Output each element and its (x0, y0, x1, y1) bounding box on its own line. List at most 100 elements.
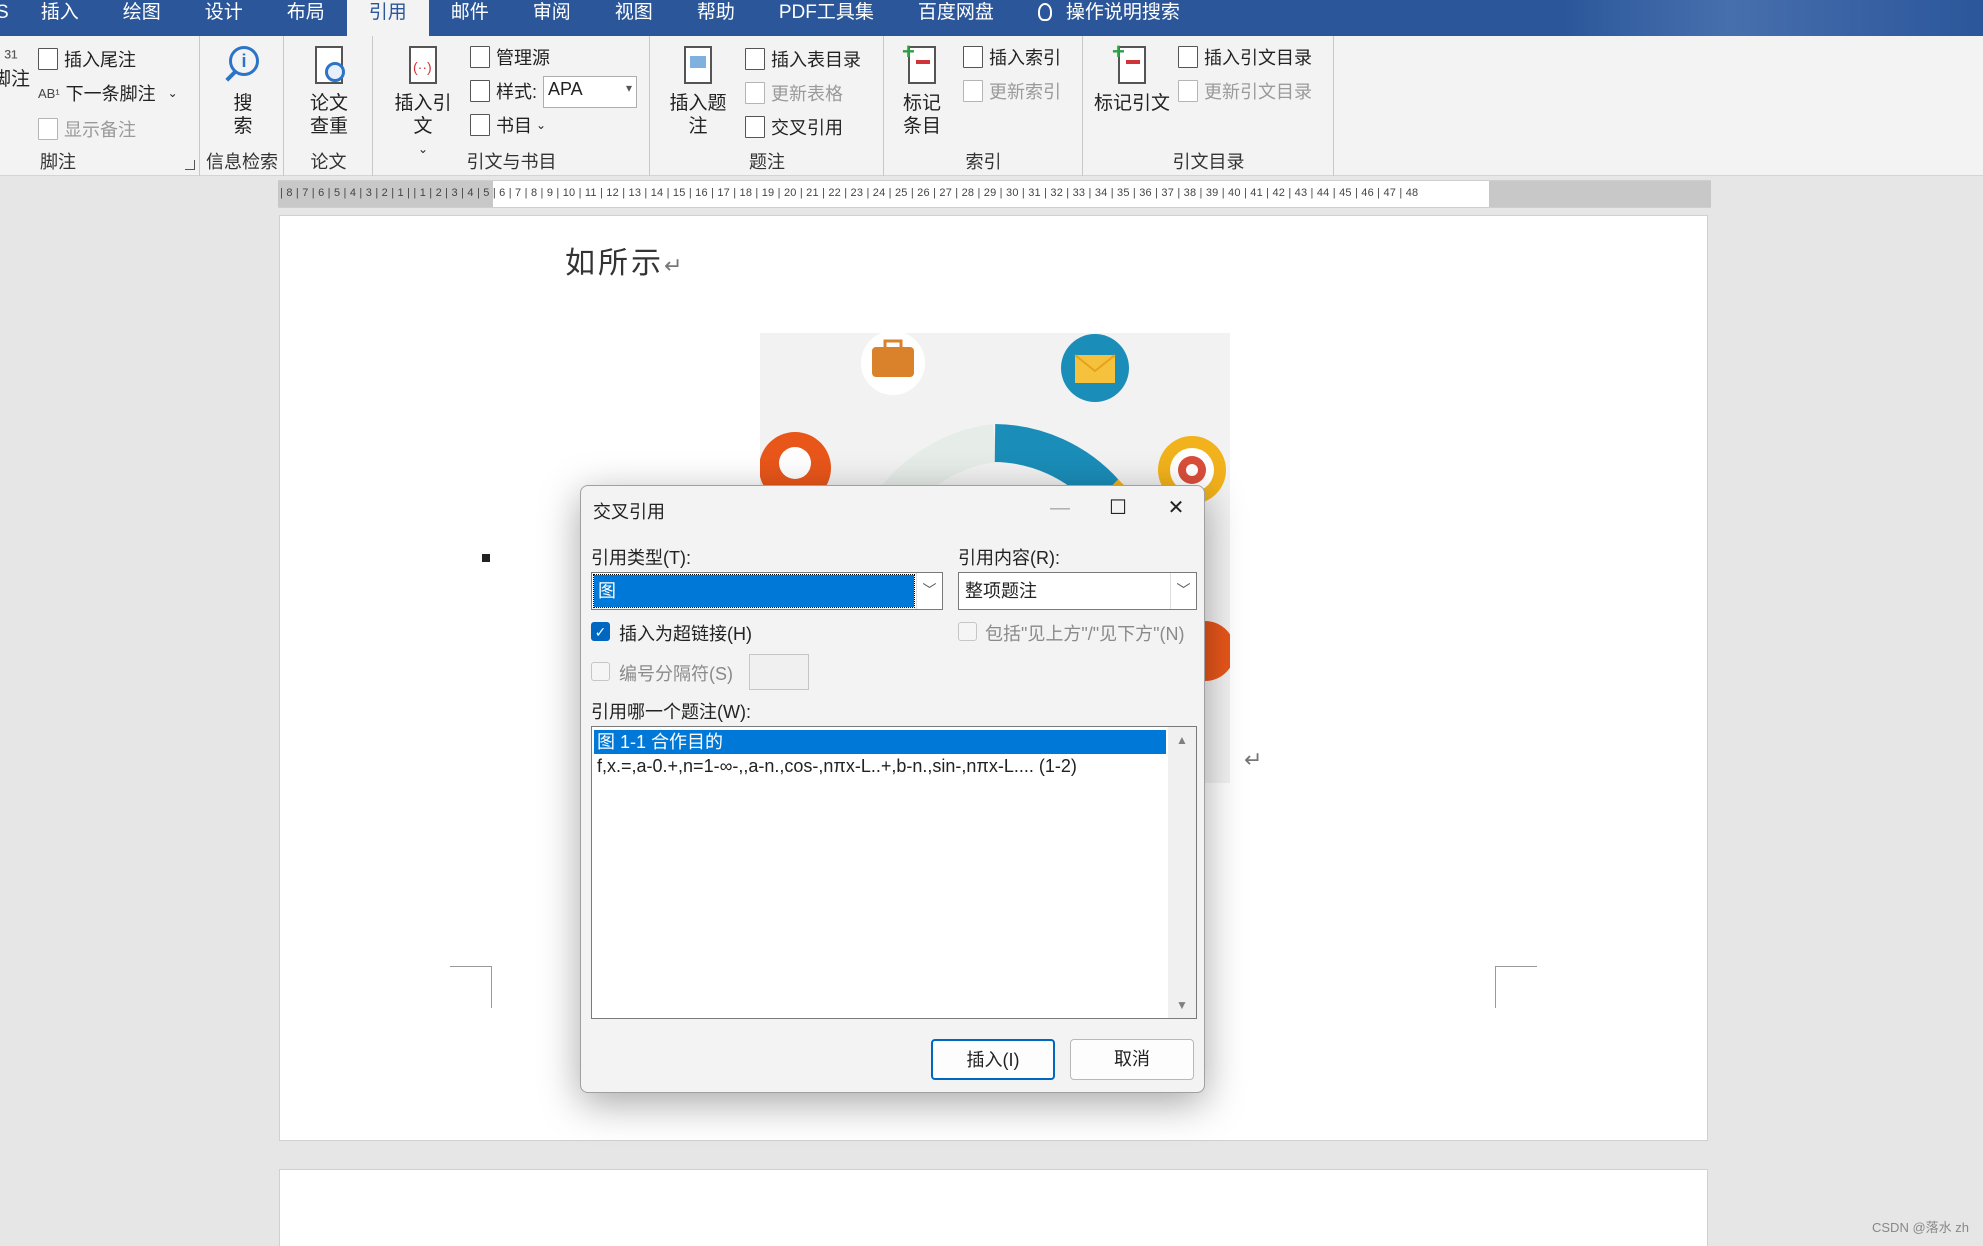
include-above-below-checkbox[interactable] (958, 622, 977, 641)
scroll-up-icon[interactable]: ▲ (1176, 733, 1188, 747)
group-table-of-authorities: + 标记引文 插入引文目录 更新引文目录 引文目录 (1084, 36, 1334, 176)
insert-citation-button[interactable]: (··) 插入引文 ⌄ (386, 44, 460, 161)
cross-reference-button[interactable]: 交叉引用 (745, 114, 843, 140)
paper-check-label-2: 查重 (309, 116, 348, 137)
mark-citation-label: 标记引文 (1094, 93, 1171, 114)
document-paragraph[interactable]: 如所示↵ (565, 238, 685, 282)
ribbon-tabs: S 插入 绘图 设计 布局 引用 邮件 审阅 视图 帮助 PDF工具集 百度网盘… (0, 0, 1202, 36)
number-separator-input[interactable] (749, 654, 809, 690)
maximize-icon[interactable]: ☐ (1089, 486, 1147, 530)
insert-button[interactable]: 插入(I) (931, 1039, 1055, 1080)
group-citations: (··) 插入引文 ⌄ 管理源 样式: APA ▾ 书目 ⌄ 引文与书目 (374, 36, 650, 176)
tab-pdf-tools[interactable]: PDF工具集 (757, 0, 896, 36)
bibliography-label: 书目 (496, 116, 532, 136)
group-footnotes: ³¹ 脚注 插入尾注 AB¹ 下一条脚注 ⌄ 显示备注 脚注 (0, 36, 200, 176)
bibliography-button[interactable]: 书目 ⌄ (470, 112, 546, 138)
tab-help[interactable]: 帮助 (675, 0, 757, 36)
number-separator-checkbox[interactable] (591, 662, 610, 681)
search-info-icon: i (223, 44, 263, 88)
tab-references[interactable]: 引用 (346, 0, 429, 36)
caption-list-item[interactable]: f,x.=,a-0.+,n=1-∞-,,a-n.,cos-,nπx-L..+,b… (594, 754, 1077, 778)
reference-type-label: 引用类型(T): (591, 548, 691, 568)
tab-layout[interactable]: 布局 (265, 0, 347, 36)
tab-tell-me[interactable]: 操作说明搜索 (1016, 0, 1202, 36)
horizontal-ruler[interactable]: | 8 | 7 | 6 | 5 | 4 | 3 | 2 | 1 | | 1 | … (278, 180, 1711, 208)
update-table-icon (745, 82, 765, 104)
include-above-below-label: 包括"见上方"/"见下方"(N) (985, 624, 1185, 644)
update-index-button[interactable]: 更新索引 (963, 78, 1061, 104)
insert-endnote-button[interactable]: 插入尾注 (38, 46, 136, 72)
insert-hyperlink-checkbox[interactable]: ✓ (591, 622, 610, 641)
chevron-down-icon: ⌄ (536, 118, 547, 132)
listbox-scrollbar[interactable]: ▲ ▼ (1168, 727, 1196, 1018)
ruler-ticks: | 8 | 7 | 6 | 5 | 4 | 3 | 2 | 1 | | 1 | … (280, 187, 1419, 199)
manage-sources-icon (470, 46, 490, 68)
insert-caption-label: 插入题注 (669, 93, 727, 137)
citation-style-select[interactable]: APA ▾ (543, 76, 637, 108)
index-group-label: 索引 (965, 152, 1002, 172)
tab-mailings[interactable]: 邮件 (429, 0, 511, 36)
chevron-down-icon: ▾ (625, 81, 632, 95)
next-footnote-button[interactable]: AB¹ 下一条脚注 ⌄ (38, 80, 178, 106)
cross-reference-dialog: 交叉引用 — ☐ ✕ 引用类型(T): 图 ﹀ 引用内容(R): 整项题注 ﹀ … (580, 485, 1205, 1093)
table-of-figures-icon (745, 48, 765, 70)
next-footnote-icon: AB¹ (38, 85, 60, 101)
chevron-down-icon: ﹀ (1170, 573, 1196, 609)
tab-partial[interactable]: S (0, 0, 19, 36)
manage-sources-button[interactable]: 管理源 (470, 44, 550, 70)
document-page-2[interactable] (279, 1169, 1708, 1246)
tab-design[interactable]: 设计 (183, 0, 265, 36)
tab-baidu-netdisk[interactable]: 百度网盘 (896, 0, 1016, 36)
document-text: 如所示 (565, 246, 664, 281)
tab-insert[interactable]: 插入 (19, 0, 101, 36)
tab-bar-background-art (1563, 0, 1983, 36)
research-group-label: 信息检索 (206, 152, 278, 172)
dialog-title: 交叉引用 (593, 502, 665, 522)
insert-toa-label: 插入引文目录 (1204, 48, 1312, 68)
insert-toa-icon (1178, 46, 1198, 68)
show-notes-button[interactable]: 显示备注 (38, 116, 136, 142)
insert-caption-button[interactable]: 插入题注 (661, 44, 735, 138)
anchor-marker (482, 554, 490, 562)
insert-index-button[interactable]: 插入索引 (963, 44, 1061, 70)
group-captions: 插入题注 插入表目录 更新表格 交叉引用 题注 (651, 36, 884, 176)
insert-table-of-figures-button[interactable]: 插入表目录 (745, 46, 861, 72)
tab-view[interactable]: 视图 (593, 0, 675, 36)
caption-list-item-selected[interactable]: 图 1-1 合作目的 (594, 730, 1166, 754)
update-index-icon (963, 80, 983, 102)
mark-entry-button[interactable]: + 标记 条目 (897, 40, 947, 138)
ribbon-tab-bar: S 插入 绘图 设计 布局 引用 邮件 审阅 视图 帮助 PDF工具集 百度网盘… (0, 0, 1983, 36)
group-paper: 论文 查重 论文 (285, 36, 373, 176)
tab-draw[interactable]: 绘图 (101, 0, 183, 36)
insert-toa-button[interactable]: 插入引文目录 (1178, 44, 1312, 70)
group-research: i 搜 索 信息检索 (201, 36, 284, 176)
ribbon: ³¹ 脚注 插入尾注 AB¹ 下一条脚注 ⌄ 显示备注 脚注 i 搜 索 信息检索 (0, 36, 1983, 176)
tab-review[interactable]: 审阅 (511, 0, 593, 36)
toa-group-label: 引文目录 (1172, 152, 1245, 172)
close-icon[interactable]: ✕ (1147, 486, 1205, 530)
scroll-down-icon[interactable]: ▼ (1176, 998, 1188, 1012)
search-label-1: 搜 (233, 93, 253, 114)
endnote-icon (38, 48, 58, 70)
insert-footnote-button[interactable]: ³¹ 脚注 (0, 48, 32, 91)
reference-content-label: 引用内容(R): (958, 548, 1060, 568)
insert-citation-icon: (··) (403, 44, 443, 88)
reference-type-select[interactable]: 图 ﹀ (591, 572, 943, 610)
reference-type-value: 图 (593, 574, 915, 608)
dialog-launcher-icon[interactable] (185, 160, 195, 170)
style-label-wrap: 样式: (470, 78, 537, 104)
show-notes-icon (38, 118, 58, 140)
update-toa-icon (1178, 80, 1198, 102)
update-table-button[interactable]: 更新表格 (745, 80, 843, 106)
search-button[interactable]: i 搜 索 (219, 44, 267, 138)
mark-citation-button[interactable]: + 标记引文 (1094, 40, 1171, 115)
paragraph-mark-2: ↵ (1244, 748, 1263, 773)
paper-check-button[interactable]: 论文 查重 (303, 44, 355, 138)
captions-group-label: 题注 (749, 152, 785, 172)
cancel-button[interactable]: 取消 (1070, 1039, 1194, 1080)
caption-listbox[interactable]: 图 1-1 合作目的 f,x.=,a-0.+,n=1-∞-,,a-n.,cos-… (591, 726, 1197, 1019)
ruler-right-margin (1489, 181, 1711, 207)
update-toa-button[interactable]: 更新引文目录 (1178, 78, 1312, 104)
reference-content-select[interactable]: 整项题注 ﹀ (958, 572, 1197, 610)
minimize-icon[interactable]: — (1031, 486, 1089, 530)
